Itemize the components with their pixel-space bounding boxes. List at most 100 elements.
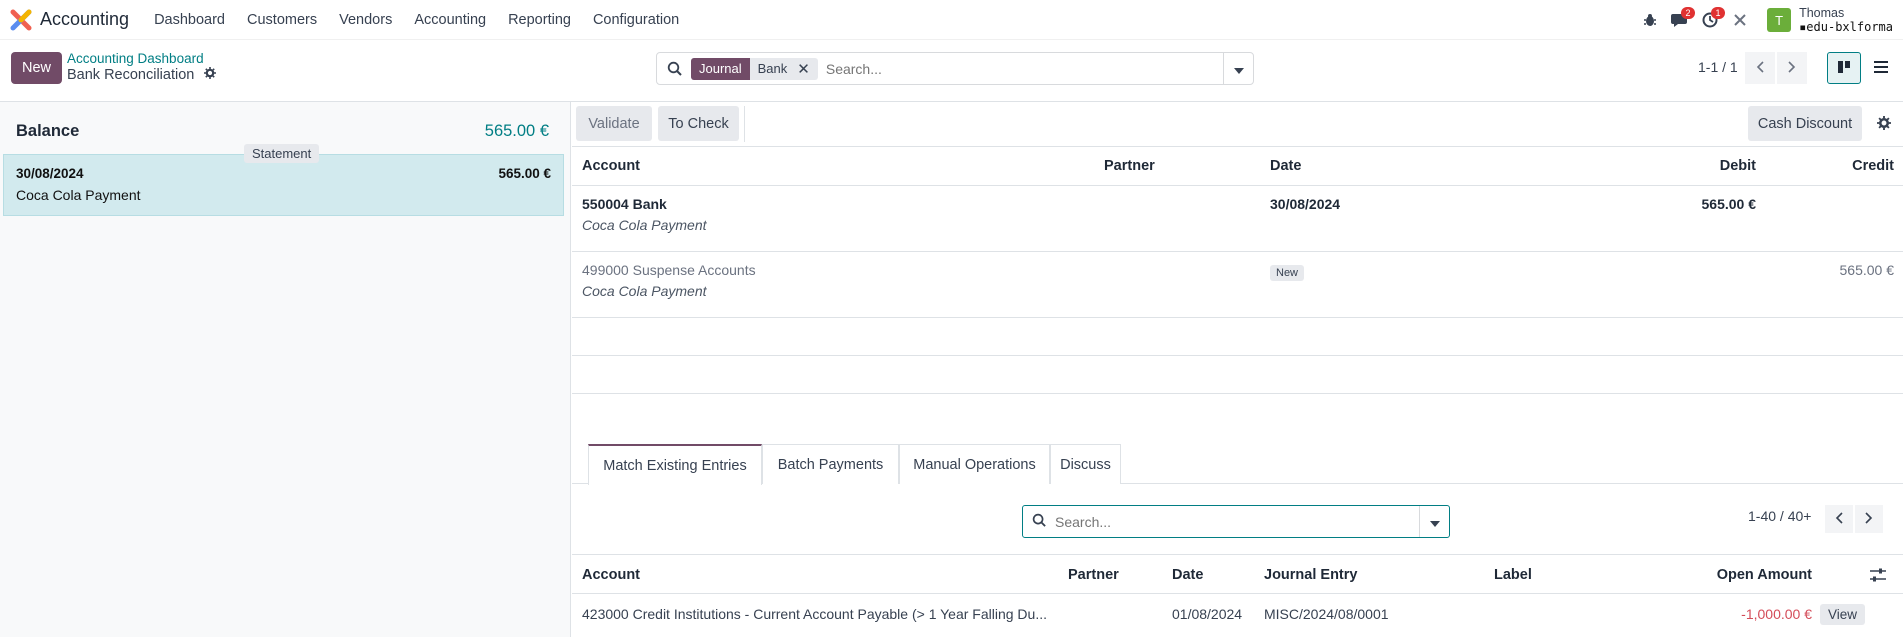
new-button[interactable]: New — [11, 52, 62, 84]
empty-row — [572, 393, 1903, 431]
menu-dashboard[interactable]: Dashboard — [143, 12, 236, 28]
chevron-right-icon — [1865, 511, 1873, 527]
remove-facet-close-icon[interactable]: ✕ — [793, 60, 818, 78]
kanban-view-button[interactable] — [1827, 52, 1861, 84]
menu-reporting[interactable]: Reporting — [497, 12, 582, 28]
cash-discount-button[interactable]: Cash Discount — [1748, 106, 1862, 141]
caret-down-icon — [1233, 61, 1244, 77]
header-open-amount: Open Amount — [1716, 567, 1812, 583]
validate-button[interactable]: Validate — [576, 106, 652, 141]
tab-discuss[interactable]: Discuss — [1050, 444, 1121, 484]
header-date: Date — [1270, 158, 1302, 174]
reconciliation-panel: Validate To Check Cash Discount Account … — [572, 102, 1903, 637]
action-separator — [744, 106, 745, 142]
breadcrumb-current: Bank Reconciliation — [67, 67, 217, 83]
menu-configuration[interactable]: Configuration — [582, 12, 690, 28]
header-partner: Partner — [1104, 158, 1155, 174]
pager-previous-button[interactable] — [1745, 52, 1775, 84]
menu-customers[interactable]: Customers — [236, 12, 328, 28]
messages-chat-icon[interactable]: 2 — [1665, 0, 1696, 40]
list-icon — [1874, 60, 1888, 76]
tab-match-existing-entries[interactable]: Match Existing Entries — [588, 444, 762, 485]
match-pager-previous-button[interactable] — [1825, 505, 1853, 533]
match-table-header: Account Partner Date Journal Entry Label… — [572, 554, 1903, 594]
line-label: Coca Cola Payment — [582, 283, 707, 299]
line-credit: 565.00 € — [1839, 262, 1895, 278]
pager-next-button[interactable] — [1777, 52, 1807, 84]
main-menu: Dashboard Customers Vendors Accounting R… — [143, 12, 690, 28]
match-open-amount: -1,000.00 € — [1741, 606, 1812, 622]
user-menu[interactable]: Thomas ▪edu-bxlforma — [1799, 6, 1893, 34]
balance-label: Balance — [16, 122, 80, 140]
balance-amount: 565.00 € — [484, 122, 549, 140]
statement-line-label: Coca Cola Payment — [16, 187, 141, 203]
header-debit: Debit — [1719, 158, 1756, 174]
caret-down-icon — [1429, 514, 1440, 530]
activities-count-badge: 1 — [1711, 7, 1726, 19]
table-row[interactable]: 499000 Suspense Accounts Coca Cola Payme… — [572, 251, 1903, 317]
facet-value: Bank — [757, 61, 788, 76]
line-date: 30/08/2024 — [1270, 196, 1341, 212]
statement-lines-panel: Balance 565.00 € Statement 30/08/2024 56… — [0, 102, 571, 637]
statement-line-card[interactable]: 30/08/2024 565.00 € Coca Cola Payment — [3, 154, 564, 216]
tab-manual-operations[interactable]: Manual Operations — [899, 444, 1050, 484]
match-search-options-toggle[interactable] — [1419, 506, 1449, 537]
statement-badge[interactable]: Statement — [244, 144, 320, 163]
line-debit: 565.00 € — [1701, 196, 1757, 212]
match-search-input[interactable] — [1055, 513, 1395, 530]
search-options-toggle[interactable] — [1223, 53, 1253, 84]
statement-line-date: 30/08/2024 — [16, 166, 84, 181]
chevron-left-icon — [1756, 60, 1764, 76]
header-label: Label — [1494, 567, 1532, 583]
user-name: Thomas — [1799, 6, 1845, 20]
systray: 2 1 T Thomas ▪edu-bxlforma — [1635, 0, 1903, 40]
list-view-button[interactable] — [1864, 52, 1898, 84]
pager-value[interactable]: 1-1 / 1 — [1698, 59, 1738, 75]
settings-gear-icon[interactable] — [1877, 116, 1891, 133]
table-row[interactable]: 423000 Credit Institutions - Current Acc… — [572, 594, 1903, 634]
activities-clock-icon[interactable]: 1 — [1695, 0, 1726, 40]
header-account: Account — [582, 567, 640, 583]
search-facet-journal: Journal Bank ✕ — [691, 57, 818, 80]
chevron-right-icon — [1788, 60, 1796, 76]
line-label: Coca Cola Payment — [582, 217, 707, 233]
view-button[interactable]: View — [1820, 603, 1866, 625]
gear-icon[interactable] — [204, 67, 217, 83]
tools-icon[interactable] — [1725, 0, 1755, 40]
header-date: Date — [1172, 567, 1204, 583]
line-account: 550004 Bank — [582, 196, 667, 212]
search-icon — [667, 61, 683, 77]
header-account: Account — [582, 158, 640, 174]
header-partner: Partner — [1068, 567, 1119, 583]
match-account: 423000 Credit Institutions - Current Acc… — [582, 606, 1047, 622]
empty-row — [572, 317, 1903, 355]
reconciliation-tabs: Match Existing Entries Batch Payments Ma… — [572, 441, 1903, 485]
table-row[interactable]: 550004 Bank Coca Cola Payment 30/08/2024… — [572, 185, 1903, 251]
match-search-bar — [1022, 505, 1450, 538]
line-account: 499000 Suspense Accounts — [582, 262, 756, 278]
search-bar: Journal Bank ✕ — [656, 52, 1254, 85]
debug-bug-icon[interactable] — [1635, 0, 1665, 40]
new-status-badge: New — [1270, 265, 1305, 281]
search-icon — [1032, 513, 1047, 531]
column-settings-sliders-icon[interactable] — [1870, 555, 1886, 595]
match-pager-next-button[interactable] — [1855, 505, 1883, 533]
app-title[interactable]: Accounting — [40, 9, 129, 30]
facet-label: Journal — [691, 57, 750, 80]
to-check-button[interactable]: To Check — [658, 106, 739, 141]
header-credit: Credit — [1852, 158, 1894, 174]
match-pager-value[interactable]: 1-40 / 40+ — [1748, 508, 1811, 524]
menu-vendors[interactable]: Vendors — [328, 12, 403, 28]
match-date: 01/08/2024 — [1172, 606, 1243, 622]
statement-line-amount: 565.00 € — [498, 166, 551, 181]
search-input[interactable] — [825, 60, 1226, 77]
tab-batch-payments[interactable]: Batch Payments — [762, 444, 899, 484]
menu-accounting[interactable]: Accounting — [403, 12, 497, 28]
chevron-left-icon — [1835, 511, 1843, 527]
breadcrumb-accounting-dashboard[interactable]: Accounting Dashboard — [67, 51, 204, 66]
empty-row — [572, 355, 1903, 393]
user-avatar[interactable]: T — [1767, 8, 1792, 32]
top-navbar: Accounting Dashboard Customers Vendors A… — [0, 0, 1903, 40]
accounting-app-icon[interactable] — [10, 9, 32, 31]
database-name: ▪edu-bxlforma — [1799, 20, 1893, 34]
